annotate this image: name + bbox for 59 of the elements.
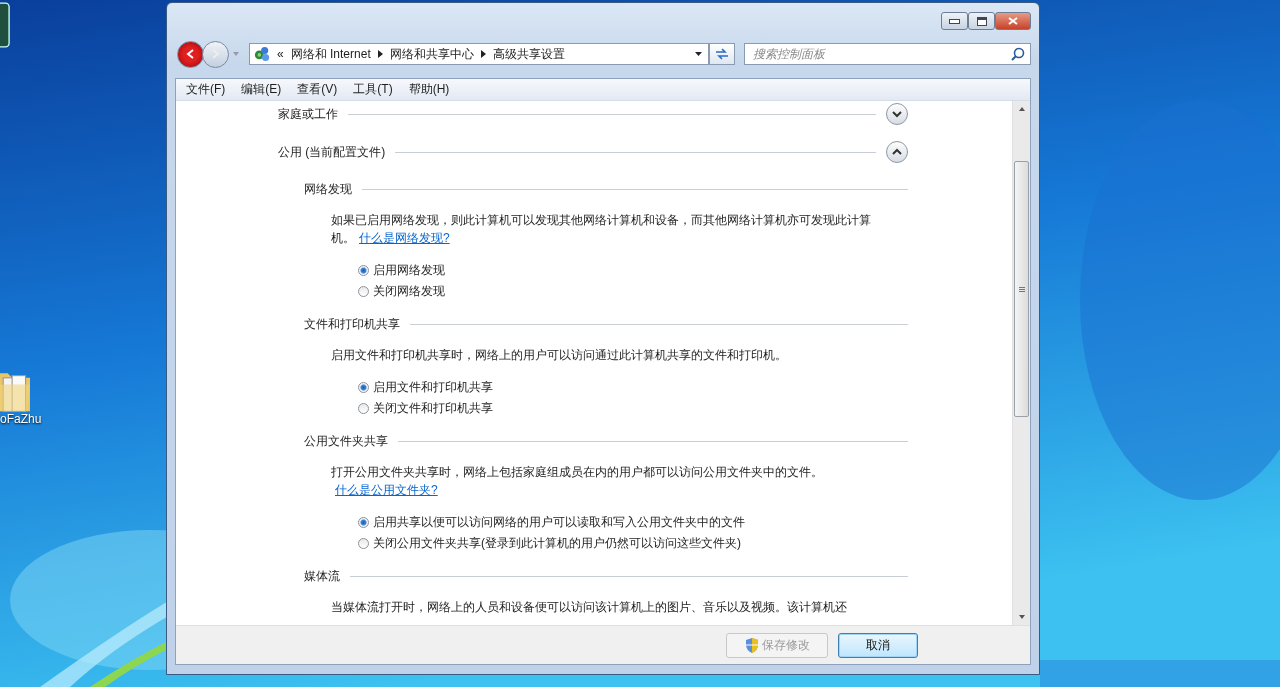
breadcrumb-overflow[interactable]: «	[277, 47, 284, 61]
breadcrumb-item[interactable]: 网络和 Internet	[290, 45, 371, 63]
minimize-button[interactable]	[941, 12, 968, 30]
expand-toggle[interactable]	[886, 103, 908, 125]
grip-icon	[1018, 286, 1025, 292]
menu-item[interactable]: 查看(V)	[289, 81, 346, 98]
network-icon	[254, 46, 270, 62]
desktop-icon-label[interactable]: oFaZhu	[0, 412, 42, 426]
scrollbar[interactable]	[1012, 101, 1030, 625]
close-icon	[1008, 17, 1018, 25]
chevron-down-icon	[892, 110, 902, 118]
arrow-icon[interactable]	[480, 50, 486, 58]
help-link[interactable]: 什么是公用文件夹?	[335, 483, 438, 497]
section-title: 文件和打印机共享	[304, 315, 400, 333]
expand-toggle[interactable]	[886, 141, 908, 163]
profile-title[interactable]: 公用 (当前配置文件)	[278, 143, 386, 161]
back-button[interactable]	[177, 40, 204, 68]
address-bar[interactable]: « 网络和 Internet 网络和共享中心 高级共享设置	[249, 43, 709, 65]
breadcrumb-item[interactable]: 网络和共享中心	[389, 45, 474, 63]
description-text: 打开公用文件夹共享时，网络上包括家庭组成员在内的用户都可以访问公用文件夹中的文件。 什么是公用文件夹?	[331, 464, 824, 499]
section-title: 媒体流	[304, 567, 340, 585]
radio-option[interactable]: 启用共享以便可以访问网络的用户可以读取和写入公用文件夹中的文件	[358, 513, 745, 531]
dropdown-icon[interactable]	[695, 52, 702, 56]
description-text: 当媒体流打开时，网络上的人员和设备便可以访问该计算机上的图片、音乐以及视频。该计算机还	[331, 599, 848, 616]
radio-option[interactable]: 启用网络发现	[358, 261, 445, 279]
menu-item[interactable]: 帮助(H)	[400, 81, 458, 98]
menu-item[interactable]: 工具(T)	[345, 81, 401, 98]
radio-button[interactable]	[358, 264, 369, 276]
chevron-up-icon	[892, 148, 902, 156]
search-icon[interactable]	[1011, 47, 1025, 61]
scroll-up-icon[interactable]	[1018, 107, 1025, 111]
maximize-button[interactable]	[968, 12, 995, 30]
profile-title[interactable]: 家庭或工作	[278, 105, 338, 123]
radio-button[interactable]	[358, 285, 369, 297]
radio-option[interactable]: 启用文件和打印机共享	[358, 378, 493, 396]
help-link[interactable]: 什么是网络发现?	[359, 231, 450, 245]
radio-button[interactable]	[358, 537, 369, 549]
section-title: 网络发现	[304, 180, 352, 198]
refresh-icon	[714, 46, 730, 62]
breadcrumb-item[interactable]: 高级共享设置	[492, 45, 565, 63]
arrow-icon[interactable]	[377, 50, 383, 58]
section-title: 公用文件夹共享	[304, 432, 388, 450]
scroll-thumb[interactable]	[1014, 161, 1029, 417]
scroll-down-icon[interactable]	[1018, 615, 1025, 619]
radio-button[interactable]	[358, 516, 369, 528]
menu-item[interactable]: 文件(F)	[178, 81, 234, 98]
radio-button[interactable]	[358, 402, 369, 414]
forward-button[interactable]	[202, 40, 229, 68]
refresh-button[interactable]	[709, 43, 735, 65]
description-text: 如果已启用网络发现，则此计算机可以发现其他网络计算机和设备，而其他网络计算机亦可发现此计算机。 什么是网络发现?	[331, 212, 872, 247]
close-button[interactable]	[995, 12, 1031, 30]
radio-option[interactable]: 关闭文件和打印机共享	[358, 399, 493, 417]
radio-button[interactable]	[358, 381, 369, 393]
cancel-button[interactable]: 取消	[838, 632, 918, 658]
description-text: 启用文件和打印机共享时，网络上的用户可以访问通过此计算机共享的文件和打印机。	[331, 347, 788, 364]
radio-option[interactable]: 关闭公用文件夹共享(登录到此计算机的用户仍然可以访问这些文件夹)	[358, 534, 741, 552]
radio-option[interactable]: 关闭网络发现	[358, 282, 445, 300]
menu-item[interactable]: 编辑(E)	[233, 81, 290, 98]
search-field[interactable]: 搜索控制面板	[744, 43, 1031, 65]
